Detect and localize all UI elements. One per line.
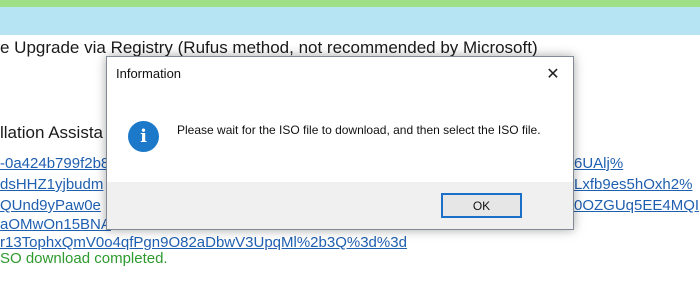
info-icon: i (128, 121, 159, 152)
dialog-footer: OK (107, 182, 573, 229)
download-link-line-1[interactable]: -0a424b799f2b8 (0, 155, 109, 172)
top-green-strip (0, 0, 700, 7)
download-link-line-4[interactable]: aOMwOn15BNA (0, 216, 111, 233)
dialog-message: Please wait for the ISO file to download… (177, 123, 541, 137)
dialog-titlebar[interactable]: Information ✕ (107, 57, 573, 90)
download-link-right-3[interactable]: 0OZGUq5EE4MQI (574, 197, 699, 214)
top-blue-band (0, 7, 700, 35)
download-link-right-2[interactable]: Lxfb9es5hOxh2% (574, 176, 692, 193)
information-dialog: Information ✕ i Please wait for the ISO … (106, 56, 574, 230)
page-heading: e Upgrade via Registry (Rufus method, no… (0, 38, 538, 57)
download-link-right-1[interactable]: 6UAlj% (574, 155, 623, 172)
section-title: llation Assista (0, 123, 103, 142)
download-link-line-2[interactable]: dsHHZ1yjbudm (0, 176, 103, 193)
download-status: SO download completed. (0, 250, 168, 267)
download-link-line-3[interactable]: QUnd9yPaw0e (0, 197, 101, 214)
download-link-line-5[interactable]: r13TophxQmV0o4qfPgn9O82aDbwV3UpqMl%2b3Q%… (0, 234, 407, 251)
close-icon: ✕ (546, 66, 560, 83)
dialog-title: Information (116, 66, 182, 81)
ok-button[interactable]: OK (441, 193, 522, 218)
close-button[interactable]: ✕ (539, 61, 567, 87)
